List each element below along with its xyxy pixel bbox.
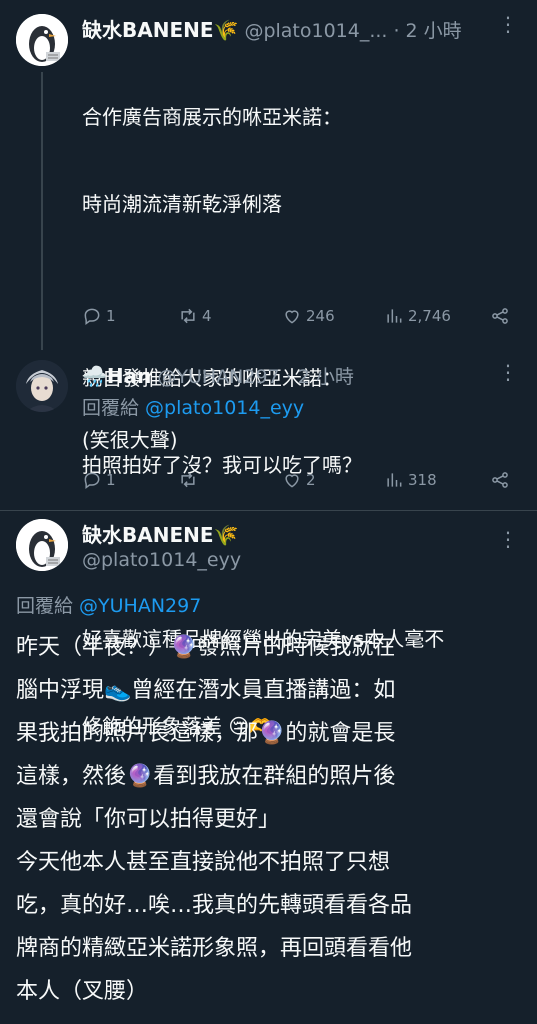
share-icon <box>492 308 508 324</box>
text-line: 昨天（半夜？）🔮發照片的時候我就在 <box>16 635 396 660</box>
views-count: 2,746 <box>408 307 451 325</box>
tweet-text: (笑很大聲) <box>82 428 178 452</box>
heart-icon <box>285 310 299 324</box>
like-count: 2 <box>306 471 316 489</box>
share-button[interactable] <box>490 470 510 490</box>
like-count: 246 <box>306 307 335 325</box>
retweet-button[interactable]: 4 <box>178 306 282 326</box>
reply-to-link[interactable]: @plato1014_eyy <box>145 397 304 419</box>
reply-context: 回覆給 @plato1014_eyy <box>82 393 304 420</box>
reply-button[interactable]: 1 <box>82 470 178 490</box>
text-line: 本人（叉腰） <box>16 979 149 1004</box>
views-button[interactable]: 2,746 <box>384 306 490 326</box>
action-bar: 1 4 246 2,746 <box>82 306 512 326</box>
share-button[interactable] <box>490 306 510 326</box>
reply-count: 1 <box>106 471 116 489</box>
like-button[interactable]: 246 <box>282 306 384 326</box>
author-name[interactable]: 缺水BANENE🌾 <box>82 14 238 43</box>
reply-icon <box>84 472 100 489</box>
retweet-icon <box>181 308 195 324</box>
text-line: 今天他本人甚至直接說他不拍照了只想 <box>16 850 391 875</box>
author-handle[interactable]: @plato1014_... <box>244 20 387 42</box>
anime-avatar-icon <box>16 360 68 412</box>
author-handle[interactable]: @plato1014_eyy <box>82 549 241 571</box>
text-line: 時尚潮流清新乾淨俐落 <box>82 192 282 216</box>
tweet-1[interactable]: 缺水BANENE🌾 @plato1014_... · 2 小時 ⋮ 合作廣告商展… <box>0 0 537 738</box>
avatar[interactable] <box>16 519 68 571</box>
reply-context: 回覆給 @YUHAN297 <box>16 591 201 618</box>
timestamp[interactable]: · 2 小時 <box>286 362 354 389</box>
views-icon <box>387 473 402 487</box>
more-icon[interactable]: ⋮ <box>498 12 519 36</box>
tweet-text: 昨天（半夜？）🔮發照片的時候我就在 腦中浮現👟曾經在潛水員直播講過：如 果我拍的… <box>16 626 526 1013</box>
text-line: 還會說「你可以拍得更好」 <box>16 807 281 832</box>
more-icon[interactable]: ⋮ <box>498 360 519 384</box>
avatar[interactable] <box>16 14 68 66</box>
reply-prefix: 回覆給 <box>16 595 80 617</box>
text-line: 腦中浮現👟曾經在潛水員直播講過：如 <box>16 678 396 703</box>
author-name[interactable]: 缺水BANENE🌾 <box>82 519 238 548</box>
avatar[interactable] <box>16 360 68 412</box>
penguin-avatar-icon <box>16 14 68 66</box>
action-bar: 1 2 318 <box>82 470 512 490</box>
text-line <box>82 277 522 306</box>
retweet-count: 4 <box>202 307 212 325</box>
retweet-icon <box>181 472 195 488</box>
reply-button[interactable]: 1 <box>82 306 178 326</box>
share-icon <box>492 472 508 488</box>
text-line: 這樣，然後🔮看到我放在群組的照片後 <box>16 764 396 789</box>
views-button[interactable]: 318 <box>384 470 490 490</box>
tweet-3-focused: 缺水BANENE🌾 @plato1014_eyy ⋮ 回覆給 @YUHAN297… <box>0 511 537 1024</box>
thread-line <box>41 72 43 350</box>
penguin-avatar-icon <box>16 519 68 571</box>
retweet-button[interactable] <box>178 470 282 490</box>
text-line: 吃，真的好…唉…我真的先轉頭看看各品 <box>16 893 413 918</box>
author-handle[interactable]: @YUHAN297 <box>157 366 279 388</box>
like-button[interactable]: 2 <box>282 470 384 490</box>
views-count: 318 <box>408 471 437 489</box>
reply-count: 1 <box>106 307 116 325</box>
text-line: 果我拍的照片長這樣，那🔮的就會是長 <box>16 721 396 746</box>
tweet-2[interactable]: 🌧️Han @YUHAN297 · 2 小時 ⋮ 回覆給 @plato1014_… <box>0 350 537 510</box>
reply-icon <box>84 308 100 325</box>
heart-icon <box>285 474 299 488</box>
author-name[interactable]: 🌧️Han <box>82 364 151 388</box>
views-icon <box>387 309 402 323</box>
text-line: 合作廣告商展示的咻亞米諾： <box>82 105 342 129</box>
more-icon[interactable]: ⋮ <box>498 527 519 551</box>
text-line: 牌商的精緻亞米諾形象照，再回頭看看他 <box>16 936 413 961</box>
reply-prefix: 回覆給 <box>82 397 146 419</box>
timestamp[interactable]: · 2 小時 <box>393 16 461 43</box>
reply-to-link[interactable]: @YUHAN297 <box>79 595 201 617</box>
